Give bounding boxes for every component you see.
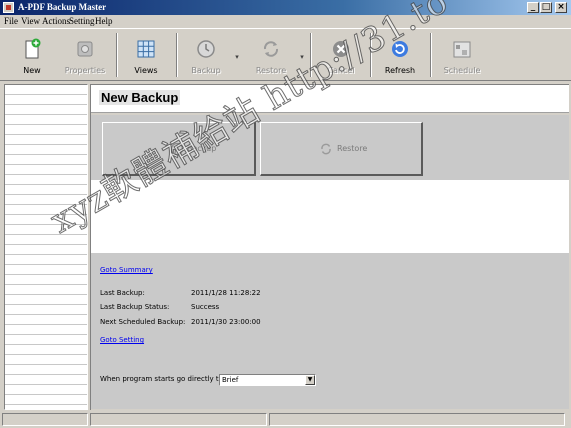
page-header: New Backup [91,85,569,113]
chevron-down-icon[interactable]: ▼ [305,375,315,385]
views-label: Views [134,66,158,75]
title-bar[interactable]: A-PDF Backup Master _ □ × [0,0,571,15]
startup-label: When program starts go directly to: [100,375,226,383]
toolbar-separator [430,33,432,77]
refresh-label: Refresh [384,66,416,75]
backup-task-list[interactable] [4,84,88,410]
refresh-button[interactable]: Refresh [376,31,424,79]
refresh-arrows-icon [321,143,331,155]
menu-actions[interactable]: Actions [42,16,70,26]
restore-dropdown-arrow-icon[interactable]: ▾ [298,53,306,61]
new-label: New [23,66,41,75]
backup-large-button[interactable]: Backup [102,122,256,176]
properties-icon [77,41,93,57]
clock-icon [170,142,184,156]
properties-button[interactable]: Properties [60,31,110,79]
new-button[interactable]: New [8,31,56,79]
goto-summary-link[interactable]: Goto Summary [100,266,153,274]
toolbar: New Properties Views Backup ▾ Restore ▾ … [0,28,571,81]
status-bar [0,412,571,428]
restore-label: Restore [255,66,287,75]
next-backup-label: Next Scheduled Backup: [100,318,186,326]
menu-file[interactable]: File [4,16,18,26]
menu-bar: File View Actions Setting Help [0,15,571,27]
last-backup-label: Last Backup: [100,289,145,297]
restore-large-label: Restore [337,144,368,153]
status-cell [269,413,565,426]
cancel-label: Cancel [327,66,355,75]
app-window: A-PDF Backup Master _ □ × File View Acti… [0,0,571,428]
minimize-button[interactable]: _ [527,2,539,13]
next-backup-value: 2011/1/30 23:00:00 [191,318,261,326]
schedule-label: Schedule [443,66,481,75]
restore-button[interactable]: Restore [246,31,296,79]
backup-large-label: Backup [187,144,217,153]
window-title: A-PDF Backup Master [18,2,107,12]
backup-button[interactable]: Backup [182,31,230,79]
cancel-button[interactable]: Cancel [316,31,366,79]
clock-icon [197,40,215,58]
close-button[interactable]: × [555,2,567,13]
task-detail-area [91,180,569,253]
goto-setting-link[interactable]: Goto Setting [100,336,144,344]
startup-view-value: Brief [222,376,239,384]
main-panel: New Backup Backup Restore Goto Summary L… [90,84,569,410]
last-status-value: Success [191,303,220,311]
startup-view-select[interactable]: Brief ▼ [219,374,316,386]
backup-label: Backup [191,66,221,75]
menu-view[interactable]: View [21,16,40,26]
views-button[interactable]: Views [122,31,170,79]
refresh-arrows-icon [263,41,279,57]
status-cell [2,413,88,426]
refresh-icon [392,41,408,57]
menu-help[interactable]: Help [95,16,113,26]
toolbar-separator [370,33,372,77]
cancel-icon [333,41,349,57]
status-cell [90,413,267,426]
toolbar-separator [176,33,178,77]
app-icon [3,2,14,13]
properties-label: Properties [64,66,106,75]
schedule-button[interactable]: Schedule [436,31,488,79]
backup-dropdown-arrow-icon[interactable]: ▾ [233,53,241,61]
maximize-button[interactable]: □ [540,2,552,13]
menu-setting[interactable]: Setting [69,16,95,26]
calendar-icon [453,41,471,58]
toolbar-separator [116,33,118,77]
restore-large-button[interactable]: Restore [260,122,423,176]
grid-view-icon [137,40,155,58]
toolbar-separator [310,33,312,77]
page-title: New Backup [99,90,181,105]
last-status-label: Last Backup Status: [100,303,170,311]
last-backup-value: 2011/1/28 11:28:22 [191,289,261,297]
new-document-icon [25,38,41,59]
